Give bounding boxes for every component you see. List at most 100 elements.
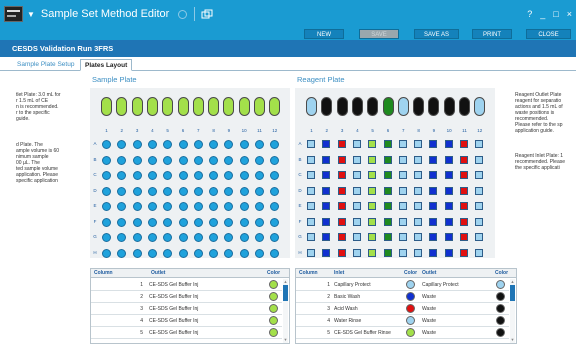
color-swatch[interactable] — [269, 316, 278, 325]
sample-table-scrollbar[interactable]: ▲ ▼ — [283, 279, 288, 343]
reagent-well[interactable] — [429, 171, 438, 179]
reagent-well[interactable] — [307, 171, 315, 179]
tube[interactable] — [413, 97, 425, 116]
table-row[interactable]: 1 Capillary Protect Capillary Protect — [296, 279, 509, 291]
outlet-color-swatch[interactable] — [496, 304, 505, 313]
tube[interactable] — [177, 97, 189, 116]
reagent-well[interactable] — [337, 140, 346, 148]
reagent-well[interactable] — [429, 155, 438, 164]
tube[interactable] — [321, 97, 333, 116]
sample-well[interactable] — [163, 140, 173, 149]
reagent-well[interactable] — [414, 155, 423, 164]
app-icon[interactable] — [4, 6, 23, 22]
sample-well[interactable] — [102, 140, 111, 149]
reagent-well[interactable] — [429, 186, 438, 195]
reagent-well[interactable] — [352, 233, 361, 241]
reagent-well[interactable] — [444, 202, 453, 210]
reagent-well[interactable] — [307, 217, 315, 226]
sample-well[interactable] — [239, 186, 249, 196]
sample-well[interactable] — [147, 171, 157, 180]
sample-well[interactable] — [178, 202, 188, 211]
sample-well[interactable] — [270, 171, 280, 180]
reagent-well[interactable] — [444, 186, 453, 195]
reagent-well[interactable] — [337, 171, 346, 179]
reagent-well[interactable] — [368, 202, 377, 210]
sample-well[interactable] — [193, 171, 203, 180]
outlet-color-swatch[interactable] — [496, 280, 505, 289]
tube[interactable] — [131, 97, 143, 116]
restore-icon[interactable]: □ — [553, 9, 558, 19]
sample-well[interactable] — [178, 171, 188, 180]
reagent-well[interactable] — [322, 140, 331, 148]
sample-well[interactable] — [102, 171, 111, 180]
reagent-well[interactable] — [475, 202, 484, 210]
reagent-well[interactable] — [414, 248, 423, 257]
sample-well[interactable] — [102, 217, 111, 227]
sample-well[interactable] — [270, 217, 280, 227]
outlet-header[interactable]: Outlet — [422, 269, 436, 278]
reagent-well[interactable] — [383, 217, 392, 226]
reagent-well[interactable] — [444, 140, 453, 148]
reagent-well[interactable] — [352, 171, 361, 179]
sample-well[interactable] — [193, 217, 203, 227]
reagent-well[interactable] — [307, 233, 315, 241]
reagent-well[interactable] — [322, 217, 331, 226]
sample-well[interactable] — [239, 171, 249, 180]
table-row[interactable]: 4 CE-SDS Gel Buffer Inj — [91, 315, 282, 327]
sample-well[interactable] — [224, 140, 234, 149]
reagent-well[interactable] — [383, 140, 392, 148]
table-row[interactable]: 3 CE-SDS Gel Buffer Inj — [91, 303, 282, 315]
table-row[interactable]: 5 CE-SDS Gel Buffer Rinse Waste — [296, 327, 509, 339]
tab-sample-plate-setup[interactable]: Sample Plate Setup — [13, 59, 78, 71]
tube[interactable] — [428, 97, 440, 116]
tube[interactable] — [269, 97, 281, 116]
sample-well[interactable] — [270, 202, 280, 211]
reagent-well[interactable] — [414, 186, 423, 195]
reagent-well[interactable] — [307, 155, 315, 164]
reagent-well[interactable] — [475, 248, 484, 257]
reagent-well[interactable] — [398, 155, 407, 164]
reagent-well[interactable] — [460, 155, 468, 164]
color-swatch[interactable] — [269, 304, 278, 313]
reagent-well[interactable] — [475, 155, 484, 164]
reagent-well[interactable] — [307, 202, 315, 210]
sample-well[interactable] — [239, 202, 249, 211]
column-header[interactable]: Column — [94, 269, 113, 278]
reagent-well[interactable] — [460, 217, 468, 226]
sample-well[interactable] — [178, 155, 188, 165]
reagent-well[interactable] — [398, 233, 407, 241]
table-row[interactable]: 3 Acid Wash Waste — [296, 303, 509, 315]
reagent-well[interactable] — [475, 233, 484, 241]
reagent-well[interactable] — [414, 217, 423, 226]
reagent-well[interactable] — [429, 202, 438, 210]
reagent-well[interactable] — [460, 186, 468, 195]
sample-well[interactable] — [193, 202, 203, 211]
sample-well[interactable] — [255, 140, 264, 149]
close-button[interactable]: CLOSE — [526, 29, 571, 39]
tube[interactable] — [306, 97, 317, 116]
tube[interactable] — [397, 97, 409, 116]
reagent-well[interactable] — [398, 248, 407, 257]
reagent-well[interactable] — [414, 202, 423, 210]
sample-well[interactable] — [209, 202, 219, 211]
reagent-well[interactable] — [368, 155, 377, 164]
new-button[interactable]: NEW — [304, 29, 344, 39]
reagent-well[interactable] — [322, 186, 331, 195]
tube[interactable] — [101, 97, 112, 116]
reagent-well[interactable] — [383, 233, 392, 241]
sample-well[interactable] — [117, 171, 127, 180]
reagent-well[interactable] — [383, 186, 392, 195]
sample-well[interactable] — [102, 233, 111, 242]
reagent-well[interactable] — [322, 155, 331, 164]
save-as-button[interactable]: SAVE AS — [414, 29, 459, 39]
reagent-well[interactable] — [460, 202, 468, 210]
sample-well[interactable] — [163, 233, 173, 242]
sample-well[interactable] — [132, 186, 142, 196]
reagent-well[interactable] — [383, 248, 392, 257]
sample-well[interactable] — [270, 233, 280, 242]
outlet-color-swatch[interactable] — [496, 316, 505, 325]
color-swatch[interactable] — [269, 292, 278, 301]
sample-well[interactable] — [178, 217, 188, 227]
sample-well[interactable] — [147, 202, 157, 211]
sample-well[interactable] — [193, 186, 203, 196]
